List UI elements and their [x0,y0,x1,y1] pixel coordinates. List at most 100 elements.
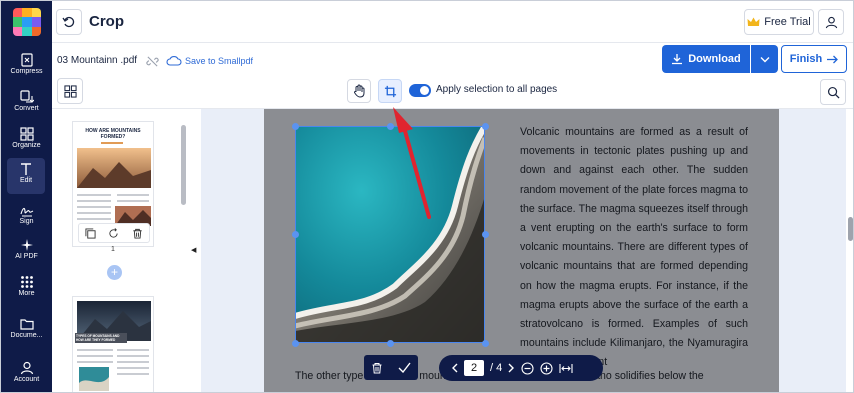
account-button[interactable] [818,9,844,35]
crop-handle-bottom[interactable] [387,340,394,347]
app-window: Compress Convert Organize Edit Sign AI P… [0,0,854,393]
organize-icon [19,127,34,141]
crop-handle-top-right[interactable] [482,123,489,130]
logo-tile [13,17,23,27]
thumbnail-page-content [75,301,151,391]
save-link-label: Save to Smallpdf [185,55,254,66]
crop-handle-bottom-left[interactable] [292,340,299,347]
rail-label: Organize [12,142,41,149]
crop-handle-right[interactable] [482,231,489,238]
page-thumbnail-2[interactable]: TYPES OF MOUNTAINS AND HOW ARE THEY FORM… [72,296,154,392]
rail-item-documents[interactable]: Docume... [1,313,52,349]
logo-tile [22,26,32,36]
grid-icon [63,84,77,98]
page-title: Crop [89,13,124,30]
undo-button[interactable] [56,9,82,35]
canvas-scrollbar[interactable] [846,109,853,392]
account-icon [20,361,33,375]
rail-label: Edit [19,177,33,184]
finish-label: Finish [789,53,823,65]
edit-icon [21,163,31,175]
collapse-panel-icon[interactable]: ◀ [191,246,196,254]
header: Crop Free Trial [52,1,853,43]
search-button[interactable] [820,79,846,105]
page-paragraph: Volcanic mountains are formed as a resul… [520,126,748,368]
pan-tool-button[interactable] [347,79,371,103]
rail-label: More [18,290,35,297]
selection-actions [364,355,418,380]
logo-tile [31,17,41,27]
hand-icon [353,84,364,98]
rail-item-account[interactable]: Account [1,357,52,392]
rail-label: Compress [10,68,43,75]
thumbnail-panel: HOW ARE MOUNTAINS FORMED? 1 + TYPES OF M… [52,109,190,392]
finish-button[interactable]: Finish [781,45,847,73]
convert-icon [19,90,34,103]
crop-handle-top-left[interactable] [292,123,299,130]
add-page-button[interactable]: + [107,265,122,280]
rail-label: Sign [19,218,34,225]
fit-width-icon[interactable] [559,363,573,374]
thumbnail-grid-button[interactable] [57,78,83,104]
crop-icon [384,85,396,97]
left-rail: Compress Convert Organize Edit Sign AI P… [1,1,52,392]
delete-selection-icon[interactable] [371,362,383,374]
compress-icon [20,53,33,67]
crown-icon [747,17,760,26]
file-name[interactable]: 03 Mountainn .pdf [57,55,137,66]
arrow-right-icon [827,55,839,63]
logo-tile [22,8,32,18]
chevron-down-icon [760,56,769,62]
more-grid-icon [20,276,33,288]
toolbar: 03 Mountainn .pdf Save to Smallpdf Apply… [52,43,853,109]
sign-icon [19,207,33,217]
rotate-icon[interactable] [108,227,119,239]
page-number-input[interactable]: 2 [464,360,484,376]
thumbnail-title: HOW ARE MOUNTAINS FORMED? [85,128,141,140]
crop-tool-button[interactable] [378,79,402,103]
unlink-icon[interactable] [146,55,159,68]
undo-icon [62,16,75,28]
free-trial-button[interactable]: Free Trial [744,9,814,35]
crop-handle-left[interactable] [292,231,299,238]
download-button[interactable]: Download [662,45,750,73]
rail-label: Account [13,376,40,383]
crop-handle-bottom-right[interactable] [482,340,489,347]
page-navigator: 2 / 4 [439,355,603,381]
smallpdf-logo[interactable] [13,8,41,36]
user-icon [825,16,837,28]
free-trial-label: Free Trial [764,16,811,28]
page-number-label: 1 [111,246,115,253]
rail-item-convert[interactable]: Convert [1,86,52,122]
trash-icon[interactable] [132,228,143,239]
crop-selection-box[interactable] [295,126,485,343]
logo-tile [31,26,41,36]
download-icon [672,54,683,65]
search-icon [827,86,840,99]
zoom-in-icon[interactable] [540,361,553,375]
rail-item-more[interactable]: More [1,271,52,307]
rail-label: Docume... [10,332,43,339]
thumbnail-scrollbar[interactable] [180,111,186,391]
chevron-left-icon[interactable] [451,363,458,373]
cloud-icon [166,56,182,66]
confirm-selection-icon[interactable] [398,362,411,373]
logo-tile [13,8,23,18]
download-options-button[interactable] [751,45,778,73]
logo-tile [22,17,32,27]
thumbnail-title: TYPES OF MOUNTAINS AND HOW ARE THEY FORM… [76,334,120,342]
rail-item-sign[interactable]: Sign [1,199,52,235]
crop-handle-top[interactable] [387,123,394,130]
rail-item-edit[interactable]: Edit [7,158,45,194]
rail-item-compress[interactable]: Compress [1,49,52,85]
sparkle-icon [20,239,33,251]
chevron-right-icon[interactable] [508,363,515,373]
duplicate-icon[interactable] [85,227,96,239]
apply-all-pages-toggle[interactable] [409,84,431,97]
rail-label: AI PDF [15,253,38,260]
save-to-smallpdf-link[interactable]: Save to Smallpdf [166,55,253,66]
zoom-out-icon[interactable] [521,361,534,375]
rail-item-ai-pdf[interactable]: AI PDF [1,234,52,270]
folder-icon [19,319,34,330]
rail-item-organize[interactable]: Organize [1,123,52,159]
